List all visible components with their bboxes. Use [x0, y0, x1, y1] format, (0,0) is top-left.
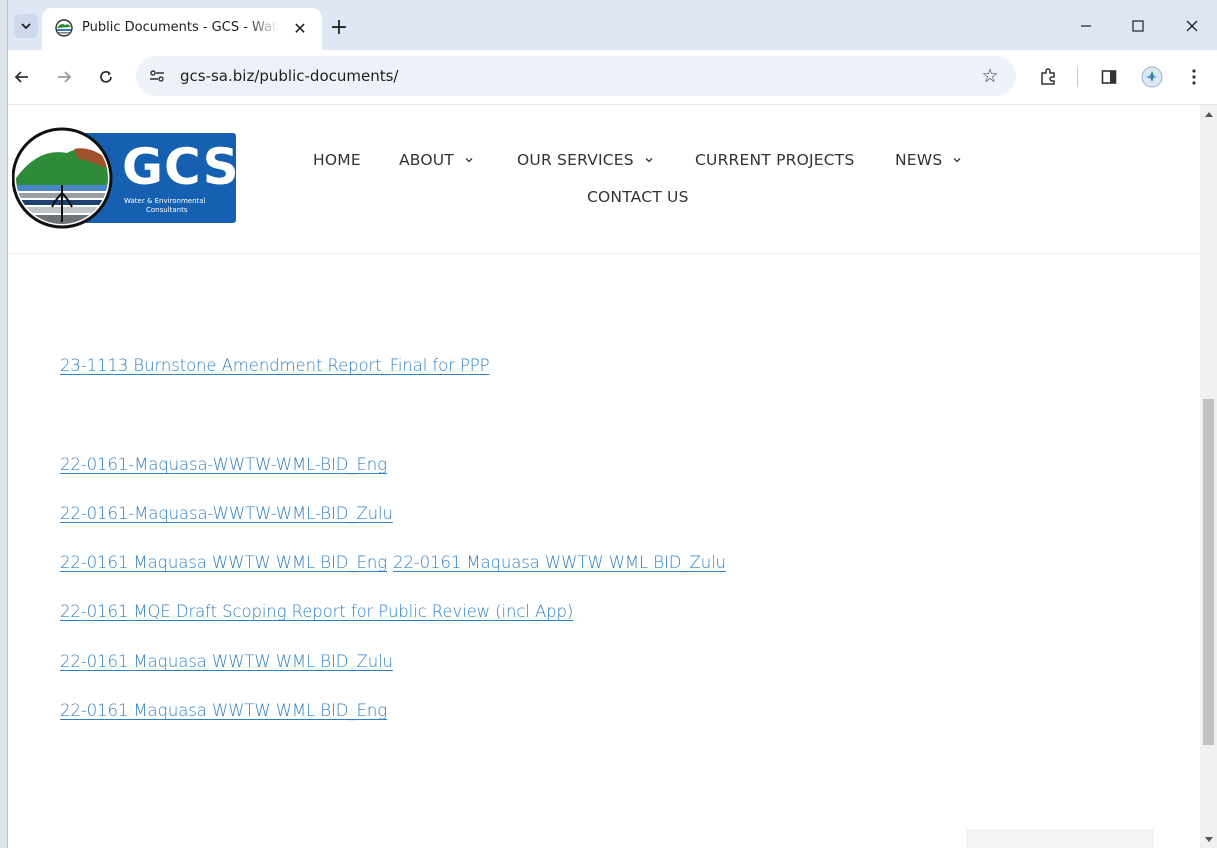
chevron-down-icon	[953, 158, 961, 163]
gcs-favicon-icon	[55, 19, 73, 37]
minimize-icon	[1081, 25, 1091, 27]
scroll-down-button[interactable]	[1200, 831, 1217, 848]
forward-arrow-icon	[58, 71, 72, 83]
nav-about[interactable]: ABOUT	[399, 151, 474, 169]
extensions-button[interactable]	[1034, 63, 1062, 91]
profile-avatar-icon	[1141, 66, 1163, 88]
minimize-button[interactable]	[1066, 12, 1106, 40]
triangle-down-icon	[1204, 836, 1213, 842]
menu-button[interactable]	[1180, 63, 1208, 91]
nav-news[interactable]: NEWS	[895, 151, 962, 169]
nav-news-label: NEWS	[895, 151, 943, 169]
bookmark-star-icon[interactable]: ☆	[978, 64, 1002, 88]
browser-window: Public Documents - GCS - Water & Environ…	[8, 0, 1217, 848]
toolbar-separator	[1077, 67, 1078, 87]
doc-link-row: 22-0161 Maquasa WWTW WML BID_Eng 22-0161…	[60, 553, 726, 572]
scroll-up-button[interactable]	[1200, 105, 1217, 122]
nav-current-projects[interactable]: CURRENT PROJECTS	[695, 151, 855, 169]
site-header: GCS Water & Environmental Consultants HO…	[8, 105, 1200, 254]
tab-strip: Public Documents - GCS - Water & Environ…	[8, 0, 1217, 50]
close-tab-icon[interactable]: ✕	[290, 18, 310, 38]
doc-link-maquasa-bid-zulu-3[interactable]: 22-0161 Maquasa WWTW WML BID_Zulu	[60, 652, 393, 671]
nav-contact-us[interactable]: CONTACT US	[587, 188, 689, 206]
side-panel-icon	[1101, 70, 1117, 84]
nav-our-services[interactable]: OUR SERVICES	[517, 151, 654, 169]
tab-title: Public Documents - GCS - Water & Environ…	[82, 20, 278, 35]
side-panel-button[interactable]	[1095, 63, 1123, 91]
profile-button[interactable]	[1138, 63, 1166, 91]
maximize-button[interactable]	[1118, 12, 1158, 40]
nav-contact-label: CONTACT US	[587, 188, 689, 206]
back-arrow-icon	[14, 71, 28, 83]
doc-link-maquasa-bid-zulu-2[interactable]: 22-0161 Maquasa WWTW WML BID_Zulu	[393, 553, 726, 572]
chevron-down-icon	[21, 23, 31, 30]
doc-link-maquasa-bid-eng-2[interactable]: 22-0161 Maquasa WWTW WML BID_Eng	[60, 553, 387, 572]
chevron-down-icon	[465, 158, 473, 163]
triangle-up-icon	[1204, 111, 1213, 117]
bottom-widget	[966, 829, 1154, 848]
doc-link-mqe-scoping-report[interactable]: 22-0161 MQE Draft Scoping Report for Pub…	[60, 602, 573, 621]
close-icon	[1186, 20, 1198, 32]
site-info-icon[interactable]	[146, 65, 168, 87]
nav-home-label: HOME	[313, 151, 361, 169]
doc-link-maquasa-bid-eng[interactable]: 22-0161-Maquasa-WWTW-WML-BID_Eng	[60, 455, 387, 474]
web-page: GCS Water & Environmental Consultants HO…	[8, 105, 1200, 848]
close-window-button[interactable]	[1172, 12, 1212, 40]
nav-services-label: OUR SERVICES	[517, 151, 634, 169]
nav-projects-label: CURRENT PROJECTS	[695, 151, 855, 169]
url-text[interactable]: gcs-sa.biz/public-documents/	[180, 67, 398, 85]
vertical-scrollbar[interactable]	[1200, 105, 1217, 848]
doc-link-burnstone[interactable]: 23-1113 Burnstone Amendment Report_Final…	[60, 356, 490, 375]
more-vertical-icon	[1192, 69, 1196, 85]
logo-text: GCS	[122, 138, 240, 196]
browser-toolbar: gcs-sa.biz/public-documents/ ☆	[8, 50, 1217, 105]
address-bar[interactable]: gcs-sa.biz/public-documents/ ☆	[136, 56, 1016, 96]
reload-button[interactable]	[92, 63, 120, 91]
doc-link-maquasa-bid-eng-3[interactable]: 22-0161 Maquasa WWTW WML BID_Eng	[60, 701, 387, 720]
logo-tagline-1: Water & Environmental	[124, 197, 206, 205]
new-tab-button[interactable]: +	[326, 14, 352, 40]
tab-search-button[interactable]	[14, 14, 38, 38]
maximize-icon	[1132, 20, 1144, 32]
logo-tagline-2: Consultants	[146, 206, 188, 214]
puzzle-icon	[1041, 68, 1055, 85]
back-button[interactable]	[8, 63, 36, 91]
gcs-logo[interactable]: GCS Water & Environmental Consultants	[11, 127, 239, 229]
nav-home[interactable]: HOME	[313, 151, 361, 169]
scrollbar-thumb[interactable]	[1203, 399, 1214, 745]
active-tab[interactable]: Public Documents - GCS - Water & Environ…	[42, 8, 322, 50]
nav-about-label: ABOUT	[399, 151, 454, 169]
chevron-down-icon	[645, 158, 653, 163]
reload-icon	[100, 70, 112, 83]
forward-button[interactable]	[50, 63, 78, 91]
doc-link-maquasa-bid-zulu[interactable]: 22-0161-Maquasa-WWTW-WML-BID_Zulu	[60, 504, 393, 523]
